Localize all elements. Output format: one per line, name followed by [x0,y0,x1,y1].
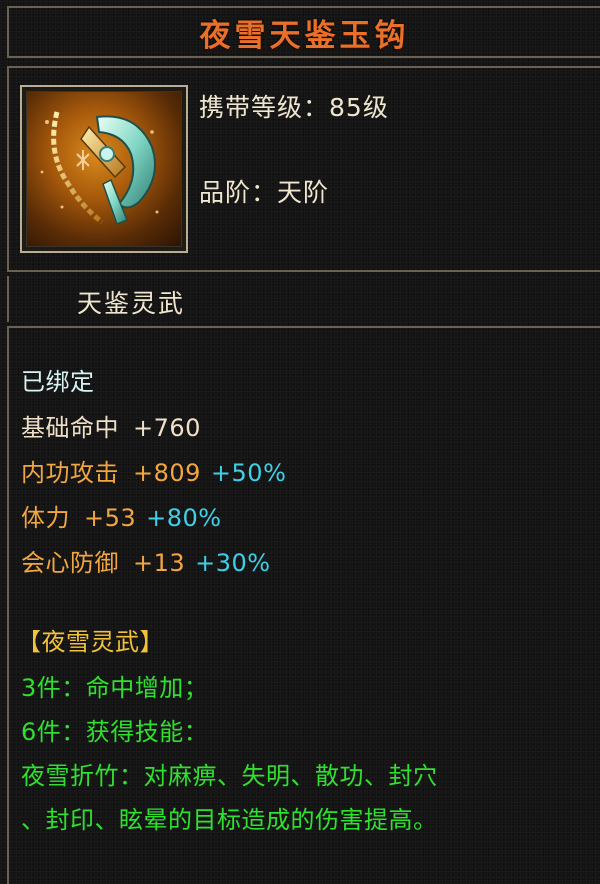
stat-bonus: +80% [146,504,222,532]
carry-level-value: 85级 [329,93,389,122]
stat-bonus: +30% [195,549,271,577]
set-skill-line-1: 夜雪折竹：对麻痹、失明、散功、封穴 [21,762,438,790]
stat-row-inner-attack: 内功攻击 +809 +50% [21,453,286,488]
bound-status: 已绑定 [21,368,95,396]
jade-hook-weapon-icon [26,91,182,247]
stat-row-hit: 基础命中 +760 [21,408,201,443]
stat-name: 内功攻击 [21,459,119,487]
stat-bonus: +50% [210,459,287,487]
stat-row-stamina: 体力 +53 +80% [21,498,222,533]
stat-name: 体力 [21,504,70,532]
stat-value: +53 [84,504,137,532]
item-tooltip: 夜雪天鉴玉钩 携带等级：85级 品阶：天阶 天鉴灵武 已绑定 基础命中 +760… [0,0,600,884]
stat-name: 基础命中 [21,414,119,442]
stat-value: +13 [133,549,186,577]
stat-value: +760 [133,414,201,442]
item-grade-value: 天阶 [277,178,330,207]
title-bar: 夜雪天鉴玉钩 [7,6,600,58]
carry-level: 携带等级：85级 [199,88,389,124]
item-info-panel: 携带等级：85级 品阶：天阶 [7,66,600,272]
set-bonus-3: 3件：命中增加； [21,674,209,702]
stat-name: 会心防御 [21,549,119,577]
item-grade-label: 品阶： [199,178,278,207]
carry-level-label: 携带等级： [199,93,330,122]
set-bonus-6: 6件：获得技能： [21,718,209,746]
set-skill-line-2: 、封印、眩晕的目标造成的伤害提高。 [21,806,438,834]
stat-value: +809 [133,459,201,487]
stat-row-crit-defense: 会心防御 +13 +30% [21,543,271,578]
item-category: 天鉴灵武 [77,289,186,318]
set-name: 【夜雪灵武】 [17,628,164,656]
item-grade: 品阶：天阶 [199,173,329,209]
item-icon-frame[interactable] [20,85,188,253]
category-band: 天鉴灵武 [7,276,600,322]
item-name: 夜雪天鉴玉钩 [199,17,410,54]
stats-panel: 已绑定 基础命中 +760 内功攻击 +809 +50% 体力 +53 +80% 会心防御… [7,326,600,884]
jade-hook-weapon-icon-art [40,111,159,225]
